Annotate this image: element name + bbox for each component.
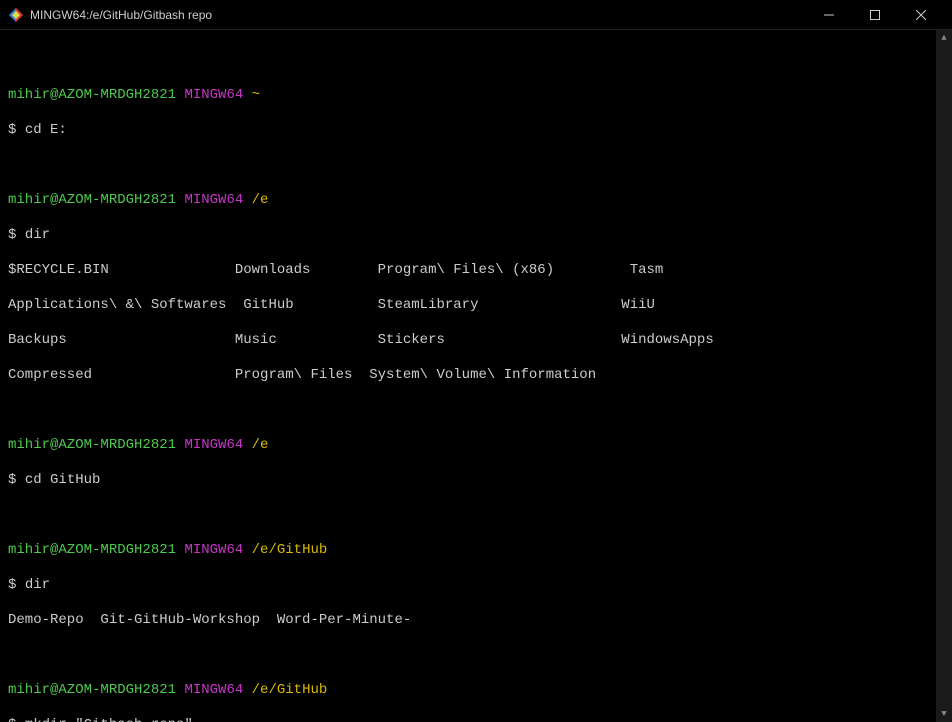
prompt-shell: MINGW64: [184, 87, 243, 103]
scrollbar[interactable]: ▲ ▼: [936, 30, 952, 722]
command-dir: dir: [25, 227, 50, 243]
dir-output-line: Compressed Program\ Files System\ Volume…: [8, 367, 928, 385]
titlebar-left: MINGW64:/e/GitHub/Gitbash repo: [8, 7, 212, 23]
titlebar: MINGW64:/e/GitHub/Gitbash repo: [0, 0, 952, 30]
prompt-path: ~: [252, 87, 260, 103]
terminal-container: mihir@AZOM-MRDGH2821 MINGW64 ~ $ cd E: m…: [0, 30, 952, 722]
window-title: MINGW64:/e/GitHub/Gitbash repo: [30, 8, 212, 22]
scroll-up-icon[interactable]: ▲: [936, 30, 952, 46]
maximize-button[interactable]: [852, 0, 898, 30]
terminal[interactable]: mihir@AZOM-MRDGH2821 MINGW64 ~ $ cd E: m…: [0, 30, 936, 722]
close-button[interactable]: [898, 0, 944, 30]
dir-output-line: Demo-Repo Git-GitHub-Workshop Word-Per-M…: [8, 612, 928, 630]
prompt-user: mihir@AZOM-MRDGH2821: [8, 87, 176, 103]
dir-output-line: Backups Music Stickers WindowsApps: [8, 332, 928, 350]
window-controls: [806, 0, 944, 30]
dir-output-line: Applications\ &\ Softwares GitHub SteamL…: [8, 297, 928, 315]
command-cd-e: cd E:: [25, 122, 67, 138]
command-mkdir: mkdir "Gitbash repo": [25, 717, 193, 722]
prompt-dollar: $: [8, 122, 16, 138]
dir-output-line: $RECYCLE.BIN Downloads Program\ Files\ (…: [8, 262, 928, 280]
scroll-down-icon[interactable]: ▼: [936, 706, 952, 722]
git-bash-icon: [8, 7, 24, 23]
minimize-button[interactable]: [806, 0, 852, 30]
command-cd-github: cd GitHub: [25, 472, 101, 488]
